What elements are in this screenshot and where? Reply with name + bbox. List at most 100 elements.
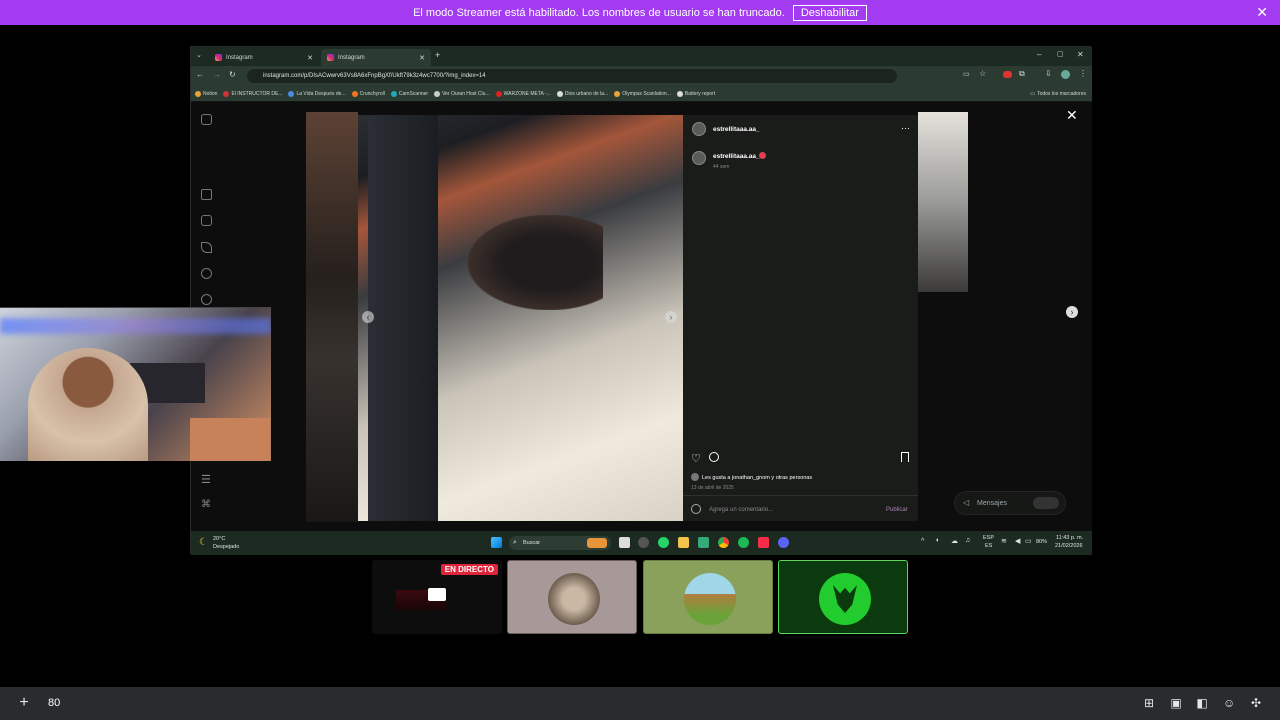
music-icon[interactable] [758, 537, 769, 548]
bookmark-item[interactable]: Crunchyroll [351, 90, 385, 97]
reload-icon[interactable]: ↻ [229, 70, 236, 79]
comment-input[interactable]: Agrega un comentario... [709, 507, 773, 513]
gift-icon[interactable]: ⊞ [1143, 697, 1155, 709]
bookmark-item[interactable]: Battery report [676, 90, 715, 97]
likes-text[interactable]: Les gusta a jonathan_gnom y otras person… [702, 475, 812, 481]
bookmark-item[interactable]: El INSTRUCTOR DE... [223, 90, 282, 97]
save-bookmark-icon[interactable] [901, 452, 909, 462]
wifi-icon[interactable]: ≋ [1001, 537, 1007, 545]
carousel-next-icon[interactable]: › [665, 311, 677, 323]
menu-kebab-icon[interactable]: ⋮ [1079, 69, 1087, 78]
back-icon[interactable]: ← [196, 70, 204, 79]
author-avatar[interactable] [692, 122, 706, 136]
bookmark-item[interactable]: La Vida Después de... [288, 90, 346, 97]
bookmark-item[interactable]: CamScanner [390, 90, 428, 97]
new-tab-icon[interactable]: + [435, 50, 440, 60]
downloads-icon[interactable]: ⇩ [1045, 69, 1052, 78]
add-icon[interactable]: + [18, 695, 30, 711]
clock-date[interactable]: 21/02/2026 [1055, 543, 1083, 549]
sticker-icon[interactable]: ◧ [1196, 697, 1208, 709]
tab-search-icon[interactable]: ⌄ [196, 51, 202, 59]
all-bookmarks[interactable]: ▭ Todos los marcadores [1030, 91, 1086, 97]
bookmark-item[interactable]: Dios urbano de la... [556, 90, 608, 97]
comment-username[interactable]: estrellitaaa.aa_ [713, 153, 760, 160]
next-post-icon[interactable]: › [1066, 306, 1078, 318]
direct-send-icon[interactable] [201, 242, 212, 253]
bookmark-favicon-icon [434, 90, 441, 97]
author-username[interactable]: estrellitaaa.aa_ [713, 126, 760, 133]
instagram-logo-icon[interactable] [201, 114, 212, 125]
close-tab-icon[interactable]: ✕ [307, 54, 313, 62]
adjacent-post-right-thumbnail[interactable] [918, 112, 968, 292]
messages-button[interactable]: ◁ Mensajes [954, 491, 1066, 515]
onedrive-icon[interactable]: ☁ [951, 537, 958, 545]
speaker-icon[interactable]: ◖ [935, 537, 939, 544]
bookmark-favicon-icon [288, 90, 295, 97]
spotify-icon[interactable] [738, 537, 749, 548]
extensions-puzzle-icon[interactable]: ⧉ [1019, 69, 1025, 79]
bookmark-item[interactable]: WARZONE META -... [495, 90, 551, 97]
profile-avatar[interactable] [1061, 70, 1070, 79]
tab-instagram-1[interactable]: Instagram ✕ [209, 49, 319, 66]
bookmark-star-icon[interactable]: ☆ [979, 69, 986, 78]
bookmark-item[interactable]: Notion [195, 90, 217, 97]
carousel-prev-icon[interactable]: ‹ [362, 311, 374, 323]
home-icon[interactable] [201, 189, 212, 200]
extension-icon[interactable] [1003, 71, 1012, 78]
mic-icon[interactable]: ♫ [965, 537, 970, 544]
search-icon[interactable] [201, 268, 212, 279]
comment-bubble-icon[interactable] [709, 452, 719, 462]
clock-time[interactable]: 11:43 p. m. [1056, 535, 1083, 541]
volume-icon[interactable]: ◀ [1015, 537, 1020, 545]
weather-temp[interactable]: 20°C [213, 536, 225, 542]
emoji-picker-icon[interactable] [691, 504, 701, 514]
windows-start-icon[interactable] [491, 537, 502, 548]
post-image[interactable]: ‹ › [358, 115, 683, 521]
battery-icon[interactable]: ▭ [1025, 537, 1032, 545]
file-explorer-icon[interactable] [678, 537, 689, 548]
forward-icon[interactable]: → [213, 70, 221, 79]
threads-icon[interactable]: ⌘ [201, 499, 211, 510]
reels-icon[interactable] [201, 215, 212, 226]
close-window-icon[interactable]: ✕ [1077, 50, 1084, 59]
apps-icon[interactable]: ✣ [1250, 697, 1262, 709]
more-menu-icon[interactable]: ☰ [201, 473, 211, 486]
bookmark-item[interactable]: Olympus Scanlation... [614, 90, 671, 97]
close-banner-icon[interactable]: ✕ [1256, 4, 1268, 21]
app-icon[interactable] [698, 537, 709, 548]
url-field[interactable]: instagram.com/p/DIsACwwrv63Vs8A6xFnpBgXf… [247, 69, 897, 83]
bookmark-favicon-icon [390, 90, 397, 97]
cast-icon[interactable]: ▭ [963, 70, 970, 78]
tab-instagram-2[interactable]: Instagram ✕ [321, 49, 431, 66]
explore-icon[interactable] [201, 294, 212, 305]
adjacent-post-left-thumbnail[interactable] [306, 112, 358, 522]
emoji-icon[interactable]: ☺ [1223, 697, 1235, 709]
participant-tile-screenshare[interactable]: EN DIRECTO [372, 560, 502, 634]
whatsapp-icon[interactable] [658, 537, 669, 548]
close-post-icon[interactable]: ✕ [1066, 107, 1078, 124]
bookmark-item[interactable]: Ver Ouran Host Clu... [434, 90, 490, 97]
weather-moon-icon[interactable]: ☾ [199, 537, 208, 548]
chrome-icon[interactable] [718, 537, 729, 548]
participant-tile-3[interactable] [643, 560, 773, 634]
tray-chevron-icon[interactable]: ^ [921, 538, 924, 545]
participant-tile-2[interactable] [507, 560, 637, 634]
tab-label: Instagram [338, 54, 365, 61]
publish-button[interactable]: Publicar [886, 507, 908, 513]
language-bottom[interactable]: ES [985, 543, 992, 549]
language-top[interactable]: ESP [983, 535, 994, 541]
minimize-icon[interactable]: – [1037, 50, 1041, 59]
gif-icon[interactable]: ▣ [1170, 697, 1182, 709]
post-options-icon[interactable]: ⋯ [901, 123, 910, 134]
close-tab-icon[interactable]: ✕ [419, 54, 425, 62]
participant-tile-4[interactable] [778, 560, 908, 634]
taskbar-search[interactable]: ⌕ Buscar [509, 536, 611, 550]
maximize-icon[interactable]: ▢ [1057, 50, 1064, 58]
copilot-icon[interactable] [638, 537, 649, 548]
like-heart-icon[interactable]: ♡ [691, 452, 701, 465]
task-view-icon[interactable] [619, 537, 630, 548]
disable-streamer-button[interactable]: Deshabilitar [792, 4, 867, 21]
battery-percent: 80% [1036, 539, 1048, 545]
comment-avatar[interactable] [692, 151, 706, 165]
discord-icon[interactable] [778, 537, 789, 548]
